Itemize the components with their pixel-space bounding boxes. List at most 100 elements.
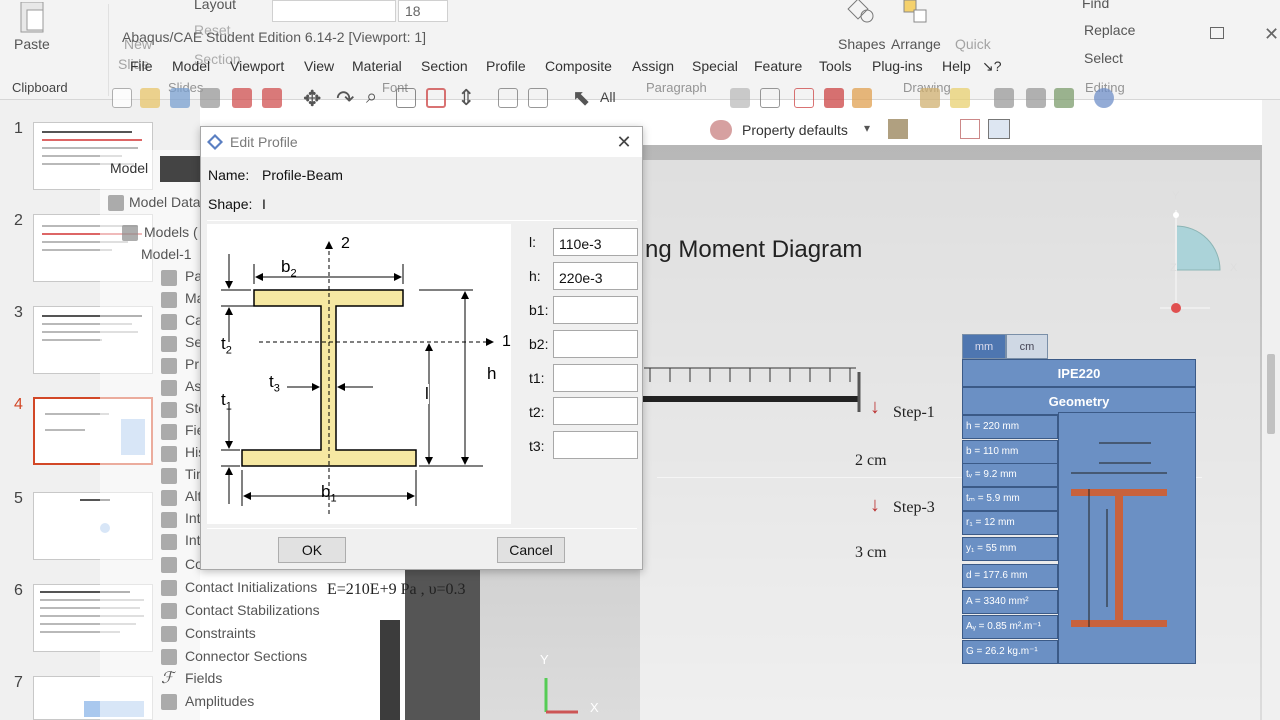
thumbnail-text-line	[42, 147, 138, 149]
tree-model-1[interactable]: Model-1	[141, 246, 192, 268]
i-section-diagram: 2 1 b2 t2 t3 t1 b1 h l	[207, 224, 511, 524]
field-t1-input[interactable]	[553, 364, 638, 392]
close-window-icon[interactable]: ✕	[1264, 24, 1279, 45]
table-icon[interactable]	[988, 119, 1010, 139]
find-button[interactable]: Find	[1082, 0, 1109, 11]
tree-contact-stabilizations[interactable]: Contact Stabilizations	[185, 602, 320, 624]
slide-number: 7	[14, 674, 23, 691]
field-label-b1: b1:	[529, 302, 549, 318]
menu-assign[interactable]: Assign	[632, 58, 674, 74]
shapes-icon[interactable]	[845, 0, 877, 28]
view-icon[interactable]	[498, 88, 518, 108]
iso-view5-icon[interactable]	[1054, 88, 1074, 108]
menu-section[interactable]: Section	[421, 58, 468, 74]
select-arrow-icon[interactable]: ⬉	[572, 85, 590, 111]
tree-interactions[interactable]: Int	[185, 510, 201, 532]
field-t2-input[interactable]	[553, 397, 638, 425]
datum-icon[interactable]	[794, 88, 814, 108]
replace-button[interactable]: Replace	[1084, 22, 1135, 38]
ipe-row: tₘ = 5.9 mm	[962, 487, 1058, 511]
zoom-icon[interactable]: ⌕	[366, 86, 377, 109]
color-code-icon[interactable]	[852, 88, 872, 108]
rotate-icon[interactable]: ↷	[336, 86, 354, 112]
ppt-vertical-scrollbar[interactable]	[1262, 100, 1280, 720]
field-b1-input[interactable]	[553, 296, 638, 324]
property-defaults-dropdown[interactable]: Property defaults ▾	[736, 118, 876, 142]
field-b2-input[interactable]	[553, 330, 638, 358]
ok-button[interactable]: OK	[278, 537, 346, 563]
slide-title: ng Moment Diagram	[645, 236, 863, 263]
tab-cm[interactable]: cm	[1006, 334, 1048, 359]
color-palette-icon[interactable]	[710, 120, 732, 140]
cancel-button[interactable]: Cancel	[497, 537, 565, 563]
tree-interaction-props[interactable]: Int	[185, 532, 201, 554]
info-icon[interactable]	[1094, 88, 1114, 108]
tree-constraints[interactable]: Constraints	[185, 625, 256, 647]
mesh-icon[interactable]	[760, 88, 780, 108]
tree-alm[interactable]: Alt	[185, 488, 201, 510]
tab-model[interactable]: Model	[110, 160, 148, 176]
tab-mm[interactable]: mm	[962, 334, 1006, 359]
query2-icon[interactable]	[262, 88, 282, 108]
save-icon[interactable]	[170, 88, 190, 108]
dialog-titlebar[interactable]: Edit Profile ✕	[201, 127, 642, 157]
field-l-input[interactable]	[553, 228, 638, 256]
tree-amplitudes[interactable]: Amplitudes	[185, 693, 254, 715]
close-icon[interactable]: ✕	[613, 131, 635, 153]
tree-profiles[interactable]: Pr	[185, 356, 199, 378]
iso-view-icon[interactable]	[920, 88, 940, 108]
menu-view[interactable]: View	[304, 58, 334, 74]
open-icon[interactable]	[140, 88, 160, 108]
menu-model[interactable]: Model	[172, 58, 210, 74]
assign-icon[interactable]	[960, 119, 980, 139]
b1-label: b1	[321, 482, 337, 504]
arrange-icon[interactable]	[900, 0, 932, 28]
new-file-icon[interactable]	[112, 88, 132, 108]
auto-fit-icon[interactable]	[426, 88, 446, 108]
paste-icon[interactable]	[18, 1, 48, 34]
ipe-name: IPE220	[962, 359, 1196, 387]
render-icon[interactable]	[730, 88, 750, 108]
iso-view2-icon[interactable]	[950, 88, 970, 108]
print-icon[interactable]	[200, 88, 220, 108]
font-size-box[interactable]: 18	[398, 0, 448, 22]
tree-contact-initializations[interactable]: Contact Initializations	[185, 579, 317, 601]
selection-filter[interactable]: All	[600, 89, 616, 105]
context-help-button[interactable]: ↘?	[982, 58, 1002, 75]
menu-composite[interactable]: Composite	[545, 58, 612, 74]
pan-icon[interactable]: ✥	[303, 86, 321, 112]
menu-help[interactable]: Help	[942, 58, 971, 74]
restore-window-icon[interactable]	[1210, 27, 1224, 39]
field-t3-input[interactable]	[553, 431, 638, 459]
menu-plug-ins[interactable]: Plug-ins	[872, 58, 923, 74]
field-h-input[interactable]	[553, 262, 638, 290]
box-zoom-icon[interactable]	[396, 88, 416, 108]
quick-styles-button[interactable]: Quick	[955, 36, 991, 52]
menu-file[interactable]: File	[130, 58, 153, 74]
tree-models[interactable]: Models (	[144, 224, 198, 246]
menu-profile[interactable]: Profile	[486, 58, 526, 74]
query-icon[interactable]	[232, 88, 252, 108]
tree-assembly[interactable]: As	[185, 378, 201, 400]
iso-view4-icon[interactable]	[1026, 88, 1046, 108]
view2-icon[interactable]	[528, 88, 548, 108]
iso-view3-icon[interactable]	[994, 88, 1014, 108]
menu-tools[interactable]: Tools	[819, 58, 852, 74]
tree-connector-sections[interactable]: Connector Sections	[185, 648, 307, 670]
tree-scrollbar[interactable]	[380, 620, 400, 720]
menu-special[interactable]: Special	[692, 58, 738, 74]
scrollbar-thumb[interactable]	[1267, 354, 1275, 434]
menu-material[interactable]: Material	[352, 58, 402, 74]
shapes-button[interactable]: Shapes	[838, 36, 885, 52]
font-name-box[interactable]	[272, 0, 396, 22]
field-label-t1: t1:	[529, 370, 545, 386]
cycle-views-icon[interactable]: ⇕	[457, 85, 475, 111]
tree-fields[interactable]: Fields	[185, 670, 222, 692]
display-group-icon[interactable]	[824, 88, 844, 108]
menu-viewport[interactable]: Viewport	[230, 58, 284, 74]
paste-button[interactable]: Paste	[14, 36, 50, 52]
arrange-button[interactable]: Arrange	[891, 36, 941, 52]
layout-button[interactable]: Layout	[194, 0, 236, 12]
menu-feature[interactable]: Feature	[754, 58, 802, 74]
view-cube-icon[interactable]	[888, 119, 908, 139]
